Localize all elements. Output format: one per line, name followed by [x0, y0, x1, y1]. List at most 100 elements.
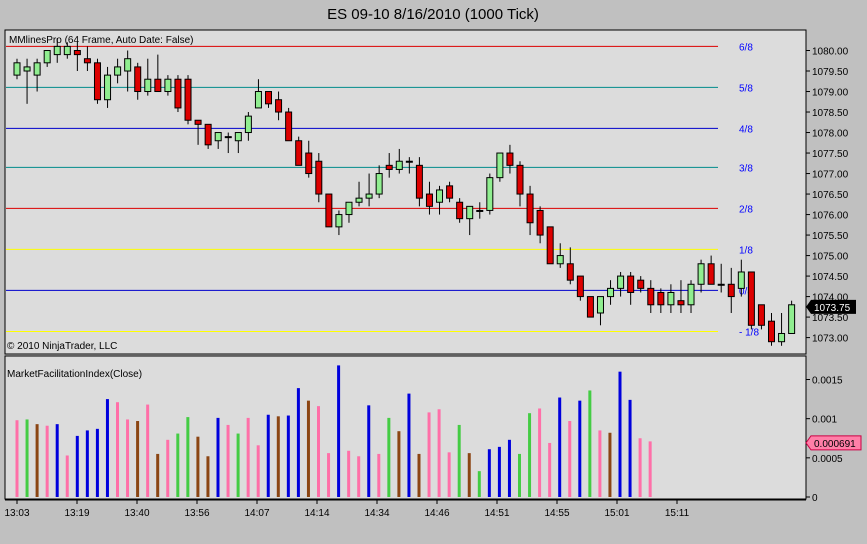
price-panel[interactable]	[4, 29, 807, 355]
candle-body	[778, 332, 786, 343]
candle-body	[174, 78, 182, 109]
time-tick-label: 15:11	[665, 508, 690, 519]
candle-body	[335, 214, 343, 228]
time-tick-label: 14:14	[304, 508, 329, 519]
mfi-bar	[317, 406, 320, 497]
candle-body	[275, 99, 283, 113]
candle-body	[506, 152, 514, 166]
candle-body	[295, 140, 303, 166]
mfi-bar	[136, 421, 140, 497]
mfi-tick-label: 0.0005	[812, 454, 843, 465]
mfi-bar	[95, 428, 99, 497]
mfi-bar	[598, 430, 602, 497]
mfi-bar	[45, 425, 49, 497]
level-label: - 1/8	[739, 327, 759, 338]
price-tick-label: 1075.00	[812, 252, 849, 263]
candle-body	[184, 78, 192, 121]
mfi-bar	[457, 424, 461, 497]
candle-body	[385, 164, 393, 170]
mfi-bar	[648, 441, 652, 497]
candle-body	[244, 115, 252, 134]
mfi-bar	[377, 453, 381, 497]
candle-body	[687, 283, 695, 306]
candle-body	[124, 58, 132, 72]
candle-body	[315, 160, 323, 195]
level-label: 3/8	[739, 163, 753, 174]
mfi-bar	[126, 419, 130, 497]
candle-body	[114, 66, 122, 76]
candle-body	[627, 275, 635, 293]
mfi-bar	[437, 409, 441, 497]
price-tick-label: 1076.50	[812, 190, 849, 201]
mfi-bar	[518, 453, 521, 497]
mfi-bar	[538, 408, 542, 497]
mfi-bar	[638, 438, 642, 497]
mfi-bar	[196, 436, 200, 497]
candle-body	[757, 304, 765, 326]
trading-chart[interactable]: ES 09-10 8/16/2010 (1000 Tick) 6/8 5/8 4/8…	[0, 0, 867, 544]
mfi-bar	[146, 404, 150, 497]
candle-body	[546, 226, 554, 265]
candle-body	[486, 177, 494, 211]
mfi-bar	[116, 402, 119, 497]
mfi-bar	[15, 420, 19, 497]
candle-body	[657, 291, 665, 306]
candle-body	[737, 271, 745, 289]
mfi-bar	[306, 400, 310, 497]
mfi-bar	[216, 417, 220, 497]
candle-body	[265, 91, 272, 105]
candle-body	[405, 160, 413, 163]
candle-body	[516, 164, 524, 195]
mfi-tick-label: 0	[812, 493, 818, 504]
candle-body	[596, 296, 604, 314]
candle-body	[73, 50, 81, 56]
mfi-tick-label: 0.0015	[812, 376, 843, 387]
price-tick-label: 1079.00	[812, 88, 849, 99]
time-tick-label: 13:03	[4, 508, 29, 519]
candle-body	[697, 263, 705, 285]
candle-body	[144, 78, 152, 93]
mfi-bar	[156, 453, 160, 497]
price-tick-label: 1078.00	[812, 129, 849, 140]
mfi-bar	[85, 430, 89, 497]
candle-body	[415, 164, 423, 199]
candle-body	[707, 263, 715, 285]
current-price-marker: 1073.75	[806, 299, 856, 314]
time-tick-label: 15:01	[604, 508, 629, 519]
price-tick-label: 1078.50	[812, 108, 849, 119]
mfi-bar	[497, 446, 501, 497]
candle-body	[768, 320, 775, 343]
mfi-bar	[25, 419, 29, 497]
mfi-bar	[65, 455, 69, 497]
candle-body	[667, 291, 675, 306]
level-label: 2/8	[739, 204, 753, 215]
candle-body	[526, 193, 534, 224]
candle-body	[254, 91, 262, 109]
mfi-bar	[407, 393, 411, 497]
mfi-bar	[357, 456, 361, 497]
candle-body	[576, 275, 584, 298]
mfi-bar	[75, 435, 79, 497]
candle-body	[586, 296, 594, 318]
mfi-bar	[266, 414, 270, 497]
candle-body	[607, 287, 615, 298]
mfi-bar	[507, 439, 511, 497]
candle-body	[53, 45, 61, 56]
candle-body	[476, 209, 484, 212]
candle-body	[355, 197, 363, 203]
window-title: ES 09-10 8/16/2010 (1000 Tick)	[327, 6, 539, 23]
current-mfi-label: 0.000691	[814, 439, 856, 450]
mfi-bar	[166, 439, 170, 497]
mfi-bar	[397, 431, 401, 497]
current-mfi-marker: 0.000691	[805, 435, 862, 451]
price-tick-label: 1073.00	[812, 334, 849, 345]
level-label: 5/8	[739, 83, 753, 94]
candle-body	[677, 300, 685, 306]
mfi-bar	[628, 399, 632, 497]
mfi-bar	[477, 471, 481, 497]
candle-body	[164, 78, 172, 93]
candle-body	[23, 66, 31, 72]
mfi-bar	[55, 424, 59, 497]
candle-body	[224, 136, 232, 139]
candle-body	[466, 205, 474, 220]
